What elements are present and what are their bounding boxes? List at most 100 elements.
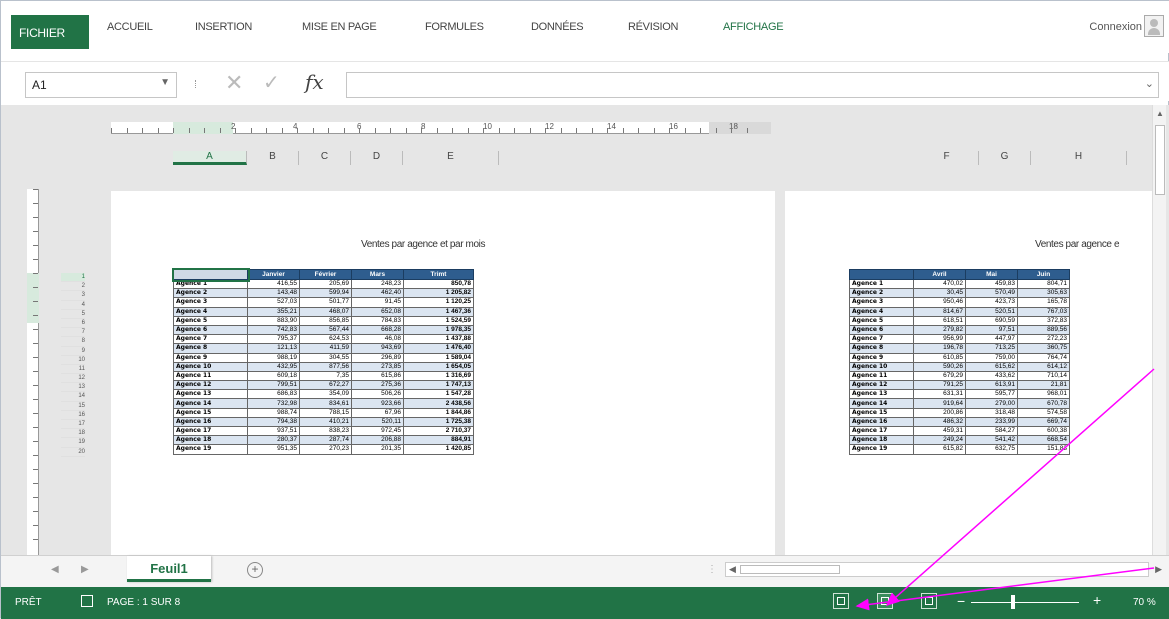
tab-fichier[interactable]: FICHIER	[11, 15, 89, 49]
formula-input[interactable]: ⌄	[346, 72, 1159, 98]
row-header[interactable]: 6	[61, 319, 85, 329]
table-cell[interactable]: 791,25	[913, 380, 966, 391]
agency-label[interactable]: Agence 5	[173, 315, 248, 326]
row-header[interactable]: 20	[61, 448, 85, 457]
table-cell[interactable]: 1 467,36	[403, 306, 474, 317]
row-header[interactable]: 1	[61, 273, 85, 283]
table-cell[interactable]: 1 524,59	[403, 315, 474, 326]
agency-label[interactable]: Agence 13	[173, 389, 248, 400]
col-fevrier[interactable]: Février	[299, 269, 352, 280]
column-header-e[interactable]: E	[403, 151, 499, 165]
table-cell[interactable]: 883,90	[247, 315, 300, 326]
table-cell[interactable]: 30,45	[913, 288, 966, 299]
table-cell[interactable]: 1 978,35	[403, 324, 474, 336]
row-header[interactable]: 7	[61, 328, 85, 338]
table-cell[interactable]: 296,89	[351, 352, 404, 363]
scroll-thumb[interactable]	[1155, 125, 1165, 195]
agency-label[interactable]: Agence 14	[849, 398, 914, 409]
table-cell[interactable]: 459,83	[965, 278, 1018, 290]
table-cell[interactable]: 196,78	[913, 343, 966, 354]
tab-formules[interactable]: FORMULES	[425, 21, 484, 33]
add-sheet-icon[interactable]: +	[247, 562, 263, 578]
table-cell[interactable]: 416,55	[247, 278, 300, 290]
table-cell[interactable]: 988,19	[247, 352, 300, 363]
horizontal-scrollbar[interactable]: ◀ ▶	[725, 562, 1162, 577]
agency-label[interactable]: Agence 15	[173, 407, 248, 418]
agency-label[interactable]: Agence 12	[849, 380, 914, 391]
table-cell[interactable]: 794,38	[247, 416, 300, 428]
table-cell[interactable]: 1 476,40	[403, 343, 474, 354]
table-cell[interactable]: 615,82	[913, 444, 966, 455]
table-cell[interactable]: 459,31	[913, 425, 966, 437]
enter-icon[interactable]: ✓	[263, 70, 280, 95]
table-cell[interactable]: 613,91	[965, 380, 1018, 391]
table-cell[interactable]: 1 437,88	[403, 334, 474, 345]
agency-label[interactable]: Agence 2	[173, 288, 248, 299]
table-cell[interactable]: 609,18	[247, 370, 300, 382]
agency-label[interactable]: Agence 4	[849, 306, 914, 317]
table-cell[interactable]: 201,35	[351, 444, 404, 455]
table-cell[interactable]: 856,85	[299, 315, 352, 326]
table-cell[interactable]: 1 547,28	[403, 389, 474, 400]
zoom-in-icon[interactable]: +	[1093, 592, 1101, 608]
row-header[interactable]: 9	[61, 347, 85, 356]
table-cell[interactable]: 410,21	[299, 416, 352, 428]
row-header[interactable]: 13	[61, 383, 85, 393]
zoom-level[interactable]: 70 %	[1133, 597, 1156, 608]
agency-label[interactable]: Agence 6	[849, 324, 914, 336]
table-cell[interactable]: 305,63	[1017, 288, 1070, 299]
agency-label[interactable]: Agence 18	[849, 435, 914, 446]
table-cell[interactable]: 574,58	[1017, 407, 1070, 418]
row-header[interactable]: 4	[61, 301, 85, 310]
table-cell[interactable]: 767,03	[1017, 306, 1070, 317]
table-cell[interactable]: 233,99	[965, 416, 1018, 428]
agency-label[interactable]: Agence 19	[173, 444, 248, 455]
agency-label[interactable]: Agence 17	[849, 425, 914, 437]
col-juin[interactable]: Juin	[1017, 269, 1070, 280]
table-cell[interactable]: 318,48	[965, 407, 1018, 418]
column-header-b[interactable]: B	[247, 151, 299, 165]
column-header-g[interactable]: G	[979, 151, 1031, 165]
table-cell[interactable]: 1 420,85	[403, 444, 474, 455]
table-cell[interactable]: 2 710,37	[403, 425, 474, 437]
row-header[interactable]: 3	[61, 291, 85, 301]
table-cell[interactable]: 759,00	[965, 352, 1018, 363]
table-cell[interactable]: 206,88	[351, 435, 404, 446]
table-cell[interactable]: 668,28	[351, 324, 404, 336]
tab-revision[interactable]: RÉVISION	[628, 21, 678, 33]
table-cell[interactable]: 372,83	[1017, 315, 1070, 326]
column-header-d[interactable]: D	[351, 151, 403, 165]
table-cell[interactable]: 501,77	[299, 297, 352, 308]
table-cell[interactable]: 679,29	[913, 370, 966, 382]
agency-label[interactable]: Agence 2	[849, 288, 914, 299]
table-cell[interactable]: 67,96	[351, 407, 404, 418]
row-header[interactable]: 19	[61, 438, 85, 448]
table-cell[interactable]: 151,83	[1017, 444, 1070, 455]
table-cell[interactable]: 506,26	[351, 389, 404, 400]
table-cell[interactable]: 804,71	[1017, 278, 1070, 290]
agency-label[interactable]: Agence 10	[173, 361, 248, 372]
table-cell[interactable]: 279,00	[965, 398, 1018, 409]
agency-label[interactable]: Agence 15	[849, 407, 914, 418]
table-cell[interactable]: 668,54	[1017, 435, 1070, 446]
table-cell[interactable]: 411,59	[299, 343, 352, 354]
table-cell[interactable]: 937,51	[247, 425, 300, 437]
agency-label[interactable]: Agence 9	[849, 352, 914, 363]
table-cell[interactable]: 21,81	[1017, 380, 1070, 391]
expand-formula-icon[interactable]: ⌄	[1145, 77, 1154, 90]
table-cell[interactable]: 304,55	[299, 352, 352, 363]
table-cell[interactable]: 486,32	[913, 416, 966, 428]
agency-label[interactable]: Agence 6	[173, 324, 248, 336]
table-cell[interactable]: 1 725,38	[403, 416, 474, 428]
agency-label[interactable]: Agence 7	[849, 334, 914, 345]
table-cell[interactable]: 520,11	[351, 416, 404, 428]
chevron-down-icon[interactable]: ▼	[160, 77, 170, 88]
table-cell[interactable]: 121,13	[247, 343, 300, 354]
table-cell[interactable]: 632,75	[965, 444, 1018, 455]
table-cell[interactable]: 670,78	[1017, 398, 1070, 409]
normal-view-icon[interactable]	[833, 593, 849, 609]
agency-label[interactable]: Agence 3	[173, 297, 248, 308]
worksheet-area[interactable]: 2 4 6 8 10 12 14 16 18 A B C D E F G H V…	[1, 105, 1169, 555]
table-cell[interactable]: 624,53	[299, 334, 352, 345]
row-header[interactable]: 5	[61, 310, 85, 319]
